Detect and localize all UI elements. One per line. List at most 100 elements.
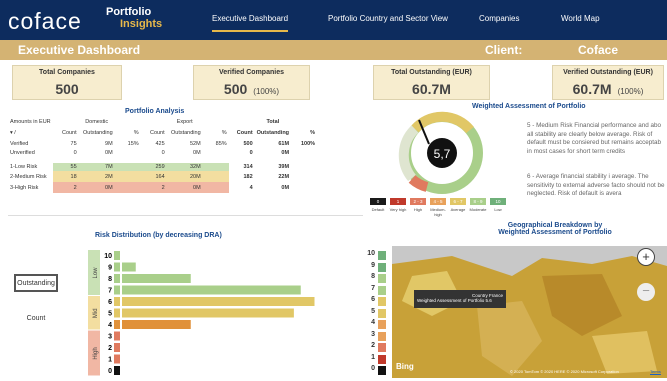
table-cell xyxy=(202,160,229,171)
table-row: 2-Medium Risk 18 2M 164 20M 182 22M xyxy=(8,171,317,182)
kpi-value: 500 xyxy=(55,81,79,97)
tab-portfolio-country-sector[interactable]: Portfolio Country and Sector View xyxy=(328,14,448,23)
category-label: 3 xyxy=(108,334,112,341)
table-header-cell: Amounts in EUR xyxy=(10,118,51,125)
table-cell: 0 xyxy=(73,150,77,156)
outstanding-toggle[interactable]: Outstanding xyxy=(14,274,58,292)
client-value: Coface xyxy=(578,43,619,57)
category-label: 6 xyxy=(108,299,112,306)
category-label: 7 xyxy=(108,288,112,295)
gauge-legend-caption: Moderate xyxy=(469,207,487,212)
kpi-value: 500 (100%) xyxy=(223,81,280,97)
map-scale-swatch xyxy=(378,285,386,295)
category-label: 0 xyxy=(108,368,112,375)
map-scale-label: 9 xyxy=(371,261,375,269)
map-scale-label: 7 xyxy=(371,284,375,292)
table-header-row: ▾ / Count Outstanding% Count Outstanding% Cou… xyxy=(8,127,317,138)
map-copyright: © 2020 TomTom © 2020 HERE © 2020 Microso… xyxy=(510,369,619,374)
category-swatch xyxy=(114,262,120,272)
table-cell: 314 xyxy=(243,164,253,170)
gauge-legend-caption: Average xyxy=(450,207,466,212)
table-cell: 18 xyxy=(52,171,79,182)
map-scale-swatch xyxy=(378,331,386,341)
bar[interactable] xyxy=(122,308,294,318)
gauge-legend-caption: Low xyxy=(494,207,502,212)
table-header-cell: Outstanding xyxy=(82,129,113,136)
category-swatch xyxy=(114,285,120,295)
table-cell: 4 xyxy=(249,184,253,191)
table-cell: 2 xyxy=(52,182,79,193)
map-scale-swatch xyxy=(378,308,386,318)
gauge-value: 5,7 xyxy=(434,147,451,161)
category-label: 2 xyxy=(108,345,112,352)
coface-logo[interactable]: coface xyxy=(8,8,82,35)
brand-subtitle: Insights xyxy=(120,18,163,30)
table-header-cell: Outstanding xyxy=(256,129,290,136)
bar[interactable] xyxy=(122,297,315,306)
table-header-cell[interactable]: ▾ / xyxy=(8,127,53,138)
table-header-cell: Count xyxy=(149,129,165,136)
table-header-cell: Outstanding xyxy=(170,129,201,136)
client-label: Client: xyxy=(485,43,523,57)
bar[interactable] xyxy=(122,274,191,283)
chart-title: Risk Distribution (by decreasing DRA) xyxy=(95,232,222,239)
tab-companies[interactable]: Companies xyxy=(479,14,519,23)
map-scale-label: 2 xyxy=(371,342,375,349)
map-terms-link[interactable]: Terms xyxy=(650,369,661,374)
table-cell: 1-Low Risk xyxy=(10,164,38,170)
table-cell: 164 xyxy=(140,171,167,182)
map-scale-label: 5 xyxy=(371,307,375,315)
tab-executive-dashboard[interactable]: Executive Dashboard xyxy=(212,14,289,32)
kpi-title: Verified Outstanding (EUR) xyxy=(563,69,653,76)
world-map[interactable]: Country France Weighted Assessment of Po… xyxy=(392,246,667,378)
map-scale-label: 8 xyxy=(371,273,375,280)
table-cell xyxy=(291,171,317,182)
portfolio-analysis-title: Portfolio Analysis xyxy=(125,108,185,115)
category-swatch xyxy=(114,366,120,375)
map-scale-swatch xyxy=(378,251,386,260)
table-header-row: Amounts in EUR Domestic Export Total xyxy=(8,116,317,127)
category-swatch xyxy=(114,297,120,306)
category-label: 8 xyxy=(108,276,112,283)
map-scale-swatch xyxy=(378,354,386,364)
table-cell xyxy=(114,171,141,182)
zoom-in-icon[interactable]: + xyxy=(637,248,655,266)
category-label: 1 xyxy=(108,357,112,364)
kpi-value: 60.7M (100%) xyxy=(572,81,644,97)
kpi-total-outstanding: Total Outstanding (EUR) 60.7M xyxy=(373,65,490,100)
gauge-legend-caption: Very high xyxy=(389,207,407,212)
gauge-legend-caption: High xyxy=(413,207,423,212)
zoom-out-icon[interactable]: − xyxy=(637,283,655,301)
bar[interactable] xyxy=(122,262,136,272)
gauge-legend-swatch: 4 - 5 xyxy=(430,198,446,205)
table-cell: 259 xyxy=(140,160,167,171)
tab-world-map[interactable]: World Map xyxy=(561,14,600,23)
table-cell: 0M xyxy=(78,182,115,193)
bar[interactable] xyxy=(122,285,301,295)
map-scale-label: 10 xyxy=(367,250,375,257)
portfolio-analysis-table: Amounts in EUR Domestic Export Total ▾ / Coun… xyxy=(8,116,318,193)
table-row: Verified 75 9M 15% 425 52M 85% 500 61M 100% xyxy=(8,138,317,149)
category-swatch xyxy=(114,308,120,318)
dra-description-6: 6 - Average financial stability i averag… xyxy=(527,173,665,197)
table-cell: 9M xyxy=(105,140,113,147)
table-header-cell: Count xyxy=(61,129,77,136)
table-header-cell: Count xyxy=(236,129,253,136)
map-title: Geographical Breakdown by Weighted Assess… xyxy=(498,222,612,236)
tooltip-metric: Weighted Assessment of Portfolio 5.6 xyxy=(417,298,492,303)
bar[interactable] xyxy=(122,320,191,329)
category-swatch xyxy=(114,343,120,352)
gauge-legend-swatch: 8 - 9 xyxy=(470,198,486,205)
table-cell xyxy=(115,149,141,160)
table-cell: 0M xyxy=(281,184,290,191)
table-header-cell: % xyxy=(310,129,316,136)
map-scale-label: 0 xyxy=(371,365,375,372)
table-header-cell: Domestic xyxy=(85,118,109,125)
table-cell xyxy=(291,160,317,171)
divider xyxy=(8,215,363,216)
count-toggle[interactable]: Count xyxy=(14,311,58,329)
table-cell: 15% xyxy=(127,140,139,147)
table-cell: 0M xyxy=(193,150,201,156)
kpi-title: Total Outstanding (EUR) xyxy=(391,69,472,76)
table-header-cell: Total xyxy=(266,118,280,125)
